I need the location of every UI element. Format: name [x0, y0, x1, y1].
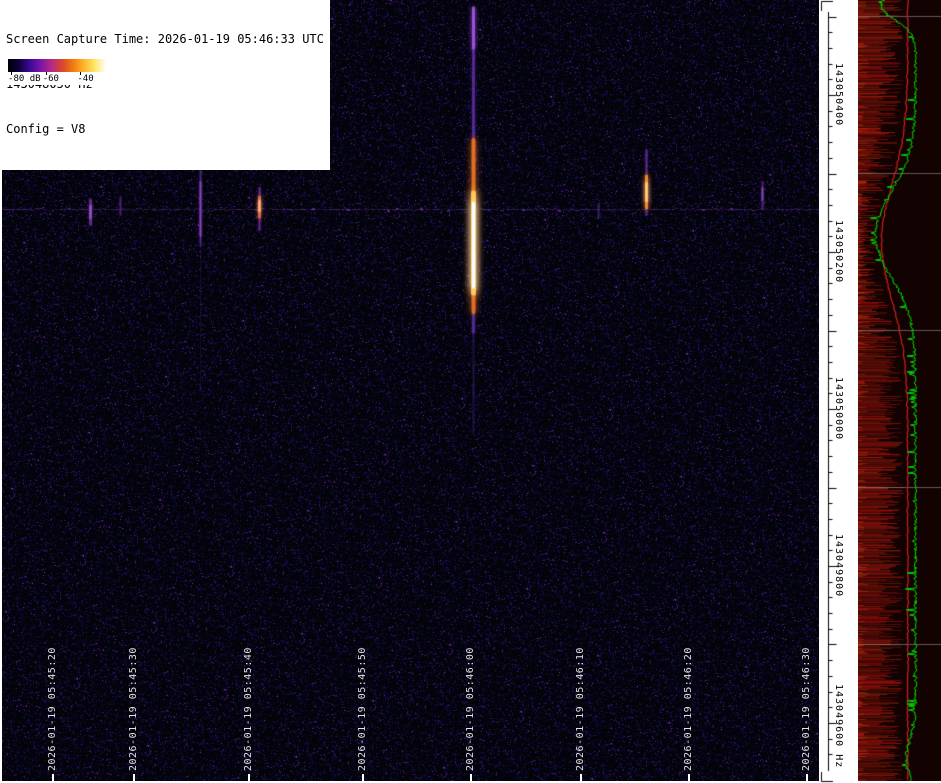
- legend-db-label: -60: [42, 74, 59, 84]
- time-tick-label: 2026-01-19 05:46:20: [683, 647, 694, 771]
- frequency-tick-label: 143050000: [833, 376, 844, 440]
- legend-tick-mark: [45, 72, 47, 75]
- capture-time-text: Screen Capture Time: 2026-01-19 05:46:33…: [6, 32, 324, 46]
- intensity-color-legend: -80 dB -60 -40: [6, 57, 108, 85]
- config-text: Config = V8: [6, 122, 86, 136]
- legend-tick-mark: [11, 72, 13, 75]
- frequency-tick-label: 143050200: [833, 219, 844, 283]
- time-tick-mark: [362, 774, 364, 783]
- legend-db-label: -40: [77, 74, 94, 84]
- time-tick-label: 2026-01-19 05:45:20: [47, 647, 58, 771]
- frequency-tick-label: 143049600 Hz: [833, 683, 844, 769]
- time-tick-mark: [248, 774, 250, 783]
- spectrum-analyzer-panel: [858, 0, 941, 781]
- spectrogram-capture-root: 2026-01-19 05:45:20 2026-01-19 05:45:30 20…: [0, 0, 941, 783]
- time-tick-label: 2026-01-19 05:46:10: [575, 647, 586, 771]
- time-tick-mark: [688, 774, 690, 783]
- frequency-tick-label: 143050400: [833, 62, 844, 126]
- time-tick-mark: [580, 774, 582, 783]
- legend-tick-mark: [80, 72, 82, 75]
- time-tick-label: 2026-01-19 05:46:30: [801, 647, 812, 771]
- time-tick-mark: [133, 774, 135, 783]
- time-tick-label: 2026-01-19 05:46:00: [465, 647, 476, 771]
- time-tick-label: 2026-01-19 05:45:40: [243, 647, 254, 771]
- frequency-axis-gutter: 143050400 143050200 143050000 143049800 1430…: [819, 0, 858, 783]
- frequency-tick-label: 143049800: [833, 533, 844, 597]
- time-tick-mark: [52, 774, 54, 783]
- capture-info-box: Screen Capture Time: 2026-01-19 05:46:33…: [2, 0, 330, 170]
- time-tick-label: 2026-01-19 05:45:50: [357, 647, 368, 771]
- time-tick-mark: [470, 774, 472, 783]
- legend-db-label: -80 dB: [8, 74, 41, 84]
- time-tick-label: 2026-01-19 05:45:30: [128, 647, 139, 771]
- time-tick-mark: [806, 774, 808, 783]
- legend-db-labels: -80 dB -60 -40: [6, 57, 108, 85]
